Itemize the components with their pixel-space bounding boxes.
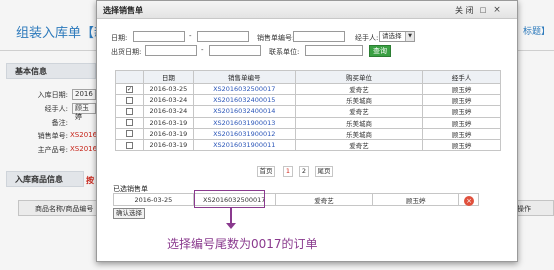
row-date: 2016-03-19 <box>142 127 194 140</box>
callout-text: 选择编号尾数为0017的订单 <box>167 237 318 251</box>
row-buyer: 乐美城商 <box>294 127 424 140</box>
table-row[interactable]: 2016-03-19 XS2016031900011 爱奇艺 顾玉婷 <box>115 138 501 152</box>
row-checkbox-cell <box>115 127 144 140</box>
date-dash: - <box>189 32 192 40</box>
col-order: 销售单编号 <box>192 70 296 84</box>
filter-date-start[interactable] <box>133 31 185 42</box>
filter-order-input[interactable] <box>293 31 345 42</box>
row-order[interactable]: XS2016031900012 <box>192 127 296 140</box>
table-row[interactable]: ✓ 2016-03-25 XS2016032500017 爱奇艺 顾玉婷 <box>115 82 501 96</box>
table-row[interactable]: 2016-03-19 XS2016031900012 乐美城商 顾玉婷 <box>115 127 501 140</box>
row-checkbox[interactable] <box>125 130 133 138</box>
row-checkbox[interactable] <box>125 141 133 149</box>
col-buyer: 购买单位 <box>294 70 424 84</box>
select-sales-order-dialog: 选择销售单 关 闭 × □ 日期: - 销售单编号: 经手人: 请选择 ▼ 出货… <box>96 0 518 262</box>
remove-icon[interactable]: × <box>464 196 474 206</box>
table-row[interactable]: 2016-03-19 XS2016031900013 乐美城商 顾玉婷 <box>115 116 501 129</box>
row-order[interactable]: XS2016031900013 <box>192 116 296 129</box>
row-order[interactable]: XS2016032500017 <box>192 82 296 96</box>
row-buyer: 乐美城商 <box>294 94 424 107</box>
close-link[interactable]: 关 闭 <box>455 5 474 16</box>
row-buyer: 爱奇艺 <box>294 82 424 96</box>
chevron-down-icon: ▼ <box>405 32 414 41</box>
row-checkbox[interactable] <box>125 96 133 104</box>
row-handler: 顾玉婷 <box>422 127 501 140</box>
row-date: 2016-03-19 <box>142 138 194 152</box>
pager-first[interactable]: 首页 <box>257 166 275 177</box>
filter-handler-select[interactable]: 请选择 ▼ <box>379 31 415 42</box>
delivery-dash: - <box>201 46 204 54</box>
row-handler: 顾玉婷 <box>422 116 501 129</box>
filter-date-label: 日期: <box>111 34 128 42</box>
dialog-title: 选择销售单 <box>103 6 143 15</box>
filter-delivery-start[interactable] <box>145 45 197 56</box>
row-order[interactable]: XS2016032400015 <box>192 94 296 107</box>
sales-order-table: 日期 销售单编号 购买单位 经手人 ✓ 2016-03-25 XS201603250… <box>115 70 501 152</box>
filter-date-end[interactable] <box>197 31 249 42</box>
filter-order-label: 销售单编号: <box>257 34 295 42</box>
col-checkbox <box>115 70 144 84</box>
row-buyer: 乐美城商 <box>294 116 424 129</box>
pager-last[interactable]: 尾页 <box>315 166 333 177</box>
handler-select-value: 请选择 <box>382 32 402 40</box>
row-buyer: 爱奇艺 <box>294 138 424 152</box>
row-checkbox[interactable]: ✓ <box>125 85 133 93</box>
filter-delivery-end[interactable] <box>209 45 261 56</box>
table-row[interactable]: 2016-03-24 XS2016032400015 乐美城商 顾玉婷 <box>115 94 501 107</box>
table-row[interactable]: 2016-03-24 XS2016032400014 爱奇艺 顾玉婷 <box>115 105 501 118</box>
row-order[interactable]: XS2016031900011 <box>192 138 296 152</box>
row-checkbox-cell <box>115 138 144 152</box>
filter-delivery-label: 出货日期: <box>111 48 142 56</box>
row-checkbox[interactable] <box>125 107 133 115</box>
row-date: 2016-03-19 <box>142 116 194 129</box>
row-checkbox-cell <box>115 116 144 129</box>
selected-buyer: 爱奇艺 <box>274 193 374 206</box>
row-checkbox-cell: ✓ <box>115 82 144 96</box>
selected-highlight-box <box>194 190 265 208</box>
row-order[interactable]: XS2016032400014 <box>192 105 296 118</box>
selected-row: 2016-03-25 XS2016032500017 爱奇艺 顾玉婷 <box>113 193 479 206</box>
col-handler: 经手人 <box>422 70 501 84</box>
row-date: 2016-03-25 <box>142 82 194 96</box>
pager-page-1[interactable]: 1 <box>283 166 293 177</box>
filter-handler-label: 经手人: <box>355 34 379 42</box>
selected-date: 2016-03-25 <box>113 193 194 206</box>
row-date: 2016-03-24 <box>142 105 194 118</box>
row-checkbox-cell <box>115 105 144 118</box>
row-handler: 顾玉婷 <box>422 94 501 107</box>
table-header-row: 日期 销售单编号 购买单位 经手人 <box>115 70 501 84</box>
selected-table: 2016-03-25 XS2016032500017 爱奇艺 顾玉婷 <box>113 193 479 206</box>
row-checkbox-cell <box>115 94 144 107</box>
row-handler: 顾玉婷 <box>422 82 501 96</box>
close-icon[interactable]: × <box>491 4 503 16</box>
selected-handler: 顾玉婷 <box>372 193 460 206</box>
confirm-select-button[interactable]: 确认选择 <box>113 208 145 219</box>
filter-contact-input[interactable] <box>305 45 363 56</box>
row-handler: 顾玉婷 <box>422 105 501 118</box>
pager-page-2[interactable]: 2 <box>299 166 309 177</box>
restore-icon[interactable]: □ <box>477 4 489 16</box>
row-handler: 顾玉婷 <box>422 138 501 152</box>
row-buyer: 爱奇艺 <box>294 105 424 118</box>
row-date: 2016-03-24 <box>142 94 194 107</box>
row-checkbox[interactable] <box>125 119 133 127</box>
col-date: 日期 <box>142 70 194 84</box>
callout-arrow-icon <box>226 223 236 229</box>
dialog-header: 选择销售单 关 闭 × □ <box>97 1 517 19</box>
filter-contact-label: 联系单位: <box>269 48 300 56</box>
query-button[interactable]: 查询 <box>369 45 391 57</box>
